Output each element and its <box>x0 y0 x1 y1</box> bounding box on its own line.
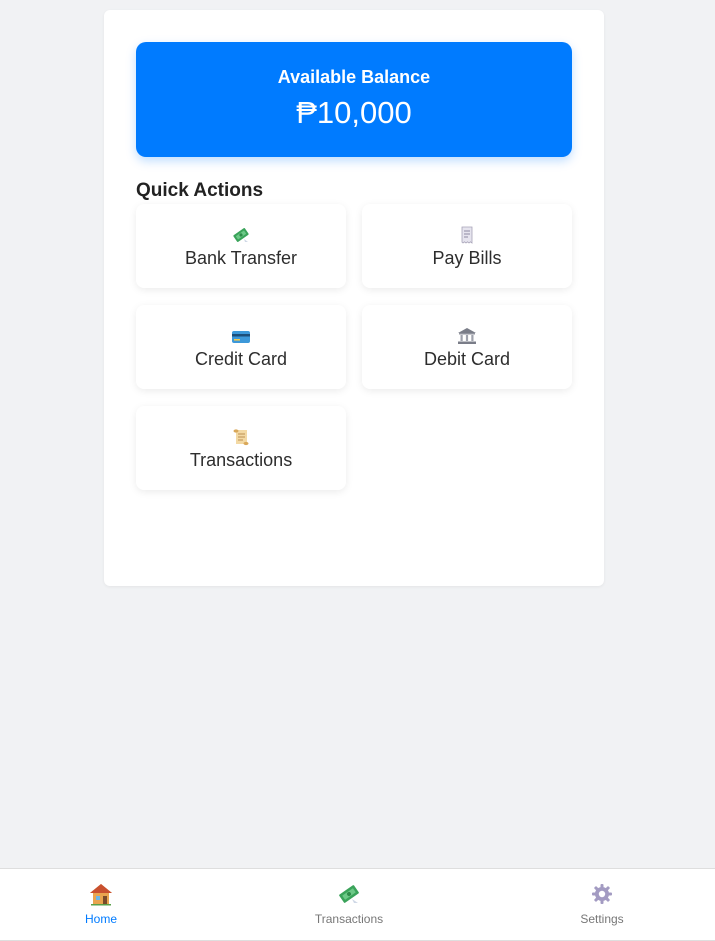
credit-card-icon <box>136 327 346 345</box>
nav-settings[interactable]: Settings <box>542 869 662 940</box>
main-card: Available Balance ₱10,000 Quick Actions … <box>104 10 604 586</box>
credit-card-button[interactable]: Credit Card <box>136 305 346 389</box>
transactions-button[interactable]: Transactions <box>136 406 346 490</box>
house-icon <box>41 882 161 906</box>
balance-label: Available Balance <box>277 67 431 87</box>
nav-home[interactable]: Home <box>41 869 161 940</box>
nav-transactions[interactable]: Transactions <box>289 869 409 940</box>
quick-actions-title: Quick Actions <box>136 180 264 201</box>
receipt-icon <box>362 226 572 244</box>
bottom-nav: Home Transactions Settings <box>0 868 715 941</box>
transactions-label: Transactions <box>189 450 293 470</box>
scroll-icon <box>136 428 346 446</box>
balance-card: Available Balance ₱10,000 <box>136 42 572 157</box>
bank-transfer-button[interactable]: Bank Transfer <box>136 204 346 288</box>
debit-card-label: Debit Card <box>423 349 511 369</box>
nav-transactions-label: Transactions <box>314 912 384 926</box>
debit-card-button[interactable]: Debit Card <box>362 305 572 389</box>
money-wings-icon <box>289 882 409 906</box>
nav-settings-label: Settings <box>580 912 624 926</box>
gear-icon <box>542 882 662 906</box>
pay-bills-label: Pay Bills <box>432 248 502 268</box>
balance-amount: ₱10,000 <box>296 95 412 130</box>
pay-bills-button[interactable]: Pay Bills <box>362 204 572 288</box>
money-wings-icon <box>136 226 346 244</box>
bank-icon <box>362 327 572 345</box>
credit-card-label: Credit Card <box>194 349 288 369</box>
nav-home-label: Home <box>84 912 117 926</box>
bank-transfer-label: Bank Transfer <box>184 248 298 268</box>
